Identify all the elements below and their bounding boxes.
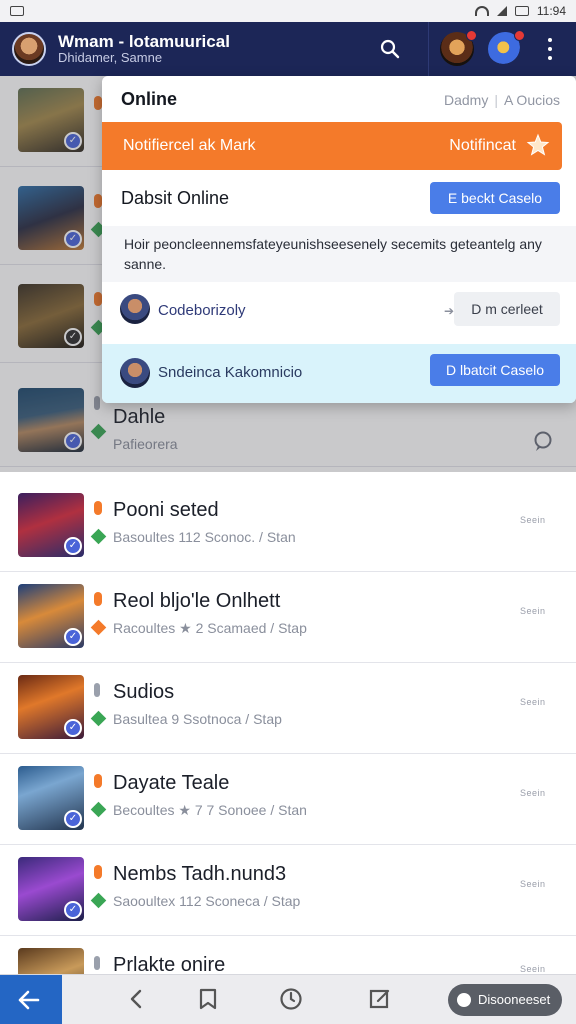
platform-badge-icon: ✓ <box>64 628 82 646</box>
status-indicator-secondary <box>90 619 107 636</box>
chat-icon <box>457 993 471 1007</box>
notification-label: Notifiercel ak Mark <box>123 137 256 154</box>
arrow-icon: ➔ <box>444 304 455 318</box>
panel-link[interactable]: Dadmy <box>444 92 488 108</box>
more-menu-icon[interactable] <box>546 38 554 60</box>
disconnect-pill-button[interactable]: Disooneeset <box>448 984 562 1016</box>
panel-message: Hoir peoncleennemsfateyeunishseesenely s… <box>102 226 576 282</box>
battery-icon <box>514 6 529 16</box>
panel-header: Online Dadmy | A Oucios <box>102 76 576 122</box>
list-item[interactable]: ✓ Pooni seted Basoultes 112 Sconoc. / St… <box>0 481 576 572</box>
arrow-left-icon <box>18 990 40 1010</box>
game-time: Seein <box>520 697 546 707</box>
notification-dot <box>466 30 477 41</box>
status-indicator <box>94 956 100 970</box>
game-thumbnail: ✓ <box>18 584 84 648</box>
user-avatar <box>120 294 150 324</box>
section-action-button[interactable]: E beckt Caselo <box>430 182 560 214</box>
back-button[interactable] <box>0 975 62 1024</box>
game-thumbnail: ✓ <box>18 493 84 557</box>
list-item[interactable]: ✓ Sudios Basultea 9 Ssotnoca / Stap Seei… <box>0 663 576 754</box>
game-meta: Racoultes ★ 2 Scamaed / Stap <box>113 620 307 636</box>
game-thumbnail: ✓ <box>18 857 84 921</box>
status-indicator <box>94 774 102 788</box>
bottom-navigation: Disooneeset <box>0 974 576 1024</box>
platform-badge-icon: ✓ <box>64 537 82 555</box>
status-indicator <box>94 501 102 515</box>
user-name: Codeborizoly <box>158 302 246 319</box>
game-time: Seein <box>520 788 546 798</box>
game-meta: Basoultes 112 Sconoc. / Stan <box>113 529 296 545</box>
platform-badge-icon: ✓ <box>64 901 82 919</box>
game-title: Sudios <box>113 681 175 703</box>
game-thumbnail: ✓ <box>18 766 84 830</box>
status-time: 11:94 <box>536 4 566 18</box>
game-time: Seein <box>520 879 546 889</box>
game-profile-button[interactable] <box>440 30 477 66</box>
status-indicator-secondary <box>90 892 107 909</box>
edit-icon[interactable] <box>368 987 392 1011</box>
friends-button[interactable] <box>488 30 525 66</box>
status-right: 11:94 <box>474 4 566 18</box>
game-title: Reol bljo'le Onlhett <box>113 590 281 612</box>
connect-button[interactable]: D m cerleet <box>454 292 560 326</box>
game-meta: Becoultes ★ 7 7 Sonoee / Stan <box>113 802 307 818</box>
panel-links: Dadmy | A Oucios <box>443 92 560 108</box>
section-title: Dabsit Online <box>121 188 230 208</box>
notification-dot <box>514 30 525 41</box>
panel-title: Online <box>121 89 178 109</box>
notification-action: Notifincat <box>449 137 516 154</box>
platform-badge-icon: ✓ <box>64 719 82 737</box>
platform-badge-icon: ✓ <box>64 810 82 828</box>
status-left <box>10 6 24 16</box>
header-divider <box>428 22 429 76</box>
status-indicator <box>94 865 102 879</box>
game-title: Prlakte onire <box>113 954 226 974</box>
game-title: Pooni seted <box>113 499 219 521</box>
notification-banner[interactable]: Notifiercel ak Mark Notifincat <box>102 122 562 170</box>
panel-link[interactable]: A Oucios <box>504 92 560 108</box>
user-action-button[interactable]: D lbatcit Caselo <box>430 354 560 386</box>
game-time: Seein <box>520 515 546 525</box>
status-indicator-secondary <box>90 710 107 727</box>
chevron-left-icon[interactable] <box>125 987 149 1011</box>
user-name: Sndeinca Kakomnicio <box>158 364 303 381</box>
wifi-icon <box>474 6 489 16</box>
profile-avatar[interactable] <box>12 32 46 66</box>
game-time: Seein <box>520 964 546 974</box>
app-header: Wmam - lotamuurical Dhidamer, Samne <box>0 22 576 76</box>
status-bar: 11:94 <box>0 0 576 22</box>
game-title: Dayate Teale <box>113 772 230 794</box>
signal-icon <box>496 6 507 16</box>
game-time: Seein <box>520 606 546 616</box>
search-icon[interactable] <box>380 39 400 59</box>
game-thumbnail: ✓ <box>18 675 84 739</box>
bookmark-icon[interactable] <box>196 987 220 1011</box>
status-indicator <box>94 592 102 606</box>
status-indicator-secondary <box>90 801 107 818</box>
game-title: Nembs Tadh.nund3 <box>113 863 287 885</box>
game-meta: Basultea 9 Ssotnoca / Stap <box>113 711 282 727</box>
clock-icon[interactable] <box>279 987 303 1011</box>
list-item[interactable]: ✓ Dayate Teale Becoultes ★ 7 7 Sonoee / … <box>0 754 576 845</box>
list-item[interactable]: ✓ Nembs Tadh.nund3 Saooultex 112 Sconeca… <box>0 845 576 936</box>
user-avatar <box>120 358 150 388</box>
list-item[interactable]: ✓ Reol bljo'le Onlhett Racoultes ★ 2 Sca… <box>0 572 576 663</box>
status-indicator <box>94 683 100 697</box>
highlighted-user-item[interactable]: Sndeinca Kakomnicio D lbatcit Caselo <box>102 344 576 403</box>
status-indicator-secondary <box>90 528 107 545</box>
game-thumbnail <box>18 948 84 974</box>
game-meta: Saooultex 112 Sconeca / Stap <box>113 893 301 909</box>
online-user-item[interactable]: Codeborizoly ➔ D m cerleet <box>102 284 576 332</box>
online-dropdown-panel: Online Dadmy | A Oucios Notifiercel ak Mar… <box>102 76 576 403</box>
pill-label: Disooneeset <box>478 992 551 1007</box>
list-item[interactable]: Prlakte onire Seein <box>0 936 576 974</box>
star-icon[interactable] <box>526 133 550 157</box>
notification-status-icon <box>10 6 24 16</box>
